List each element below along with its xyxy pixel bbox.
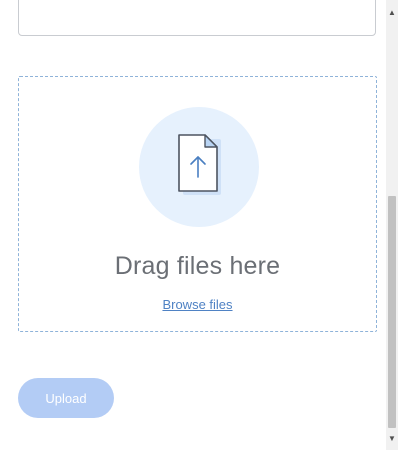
browse-files-link[interactable]: Browse files [19, 297, 376, 312]
file-drop-zone[interactable]: Drag files here Browse files [18, 76, 377, 332]
scrollbar-thumb[interactable] [388, 196, 396, 428]
chevron-up-icon[interactable]: ▲ [386, 6, 398, 20]
drag-files-label: Drag files here [114, 252, 281, 280]
text-area-field[interactable] [18, 0, 376, 36]
vertical-scrollbar[interactable]: ▲ ▼ [386, 0, 398, 450]
file-upload-icon [139, 107, 259, 227]
chevron-down-icon[interactable]: ▼ [386, 432, 398, 446]
upload-button[interactable]: Upload [18, 378, 114, 418]
file-arrow-up-icon [178, 134, 221, 195]
